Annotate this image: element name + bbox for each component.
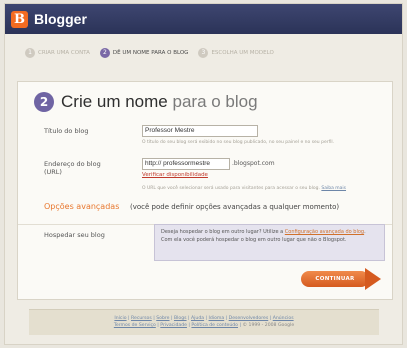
step-1-label: CRIAR UMA CONTA (38, 50, 90, 56)
advanced-options-note: (você pode definir opções avançadas a qu… (130, 203, 340, 211)
check-availability-link[interactable]: Verificar disponibilidade (142, 172, 208, 178)
blog-address-input[interactable]: http:// professormestre (142, 158, 230, 170)
step-number-badge: 2 (34, 92, 54, 112)
page-frame: B Blogger 1 CRIAR UMA CONTA 2 DÊ UM NOME… (4, 3, 403, 345)
host-blog-label: Hospedar seu blog (44, 231, 105, 239)
footer-copyright: © 1999 - 2008 Google (242, 323, 295, 328)
host-text-1: Deseja hospedar o blog em outro lugar? U… (161, 229, 285, 235)
continue-button[interactable]: CONTINUAR (301, 268, 387, 290)
blogger-logo-icon[interactable]: B (11, 10, 28, 28)
step-2-number: 2 (99, 48, 110, 58)
step-2: 2 DÊ UM NOME PARA O BLOG (99, 48, 189, 58)
blog-address-hint: O URL que você selecionar será usado par… (142, 186, 320, 191)
step-1: 1 CRIAR UMA CONTA (25, 48, 90, 58)
step-3-label: ESCOLHA UM MODELO (211, 50, 274, 56)
footer-links: Início | Recursos | Sobre | Blogs | Ajud… (29, 309, 379, 335)
footer-link-language[interactable]: Idioma (209, 316, 225, 321)
progress-steps: 1 CRIAR UMA CONTA 2 DÊ UM NOME PARA O BL… (5, 42, 402, 64)
footer-link-ads[interactable]: Anúncios (273, 316, 294, 321)
header-bar: B Blogger (5, 4, 402, 34)
footer-link-developers[interactable]: Desenvolvedores (229, 316, 269, 321)
continue-button-label[interactable]: CONTINUAR (301, 271, 369, 287)
blog-title-input[interactable]: Professor Mestre (142, 125, 258, 137)
step-3: 3 ESCOLHA UM MODELO (198, 48, 274, 58)
step-1-number: 1 (25, 48, 35, 58)
footer-link-home[interactable]: Início (114, 316, 126, 321)
page-title: 2 Crie um nome para o blog (34, 92, 258, 112)
heading-secondary: para o blog (172, 92, 258, 111)
footer-link-terms[interactable]: Termos de Serviço (114, 323, 156, 328)
advanced-config-link[interactable]: Configuração avançada do blog (285, 229, 364, 235)
footer-link-about[interactable]: Sobre (156, 316, 169, 321)
step-2-label: DÊ UM NOME PARA O BLOG (112, 50, 189, 56)
advanced-options-title[interactable]: Opções avançadas (44, 202, 119, 211)
blog-address-suffix: .blogspot.com (232, 160, 275, 167)
blog-address-label: Endereço do blog (URL) (44, 160, 101, 176)
heading-primary: Crie um nome (61, 92, 168, 111)
host-blog-info: Deseja hospedar o blog em outro lugar? U… (154, 224, 385, 261)
footer-link-features[interactable]: Recursos (131, 316, 152, 321)
learn-more-link[interactable]: Saiba mais (321, 186, 346, 191)
footer-link-content-policy[interactable]: Política de conteúdo (191, 323, 238, 328)
step-3-number: 3 (198, 48, 209, 58)
footer-link-blogs[interactable]: Blogs (174, 316, 187, 321)
blog-title-label: Título do blog (44, 127, 89, 135)
brand-name[interactable]: Blogger (34, 11, 87, 27)
footer-link-help[interactable]: Ajuda (191, 316, 204, 321)
blog-title-hint: O título do seu blog será exibido no seu… (142, 140, 335, 145)
footer-link-privacy[interactable]: Privacidade (160, 323, 187, 328)
arrow-right-icon[interactable] (365, 268, 381, 290)
